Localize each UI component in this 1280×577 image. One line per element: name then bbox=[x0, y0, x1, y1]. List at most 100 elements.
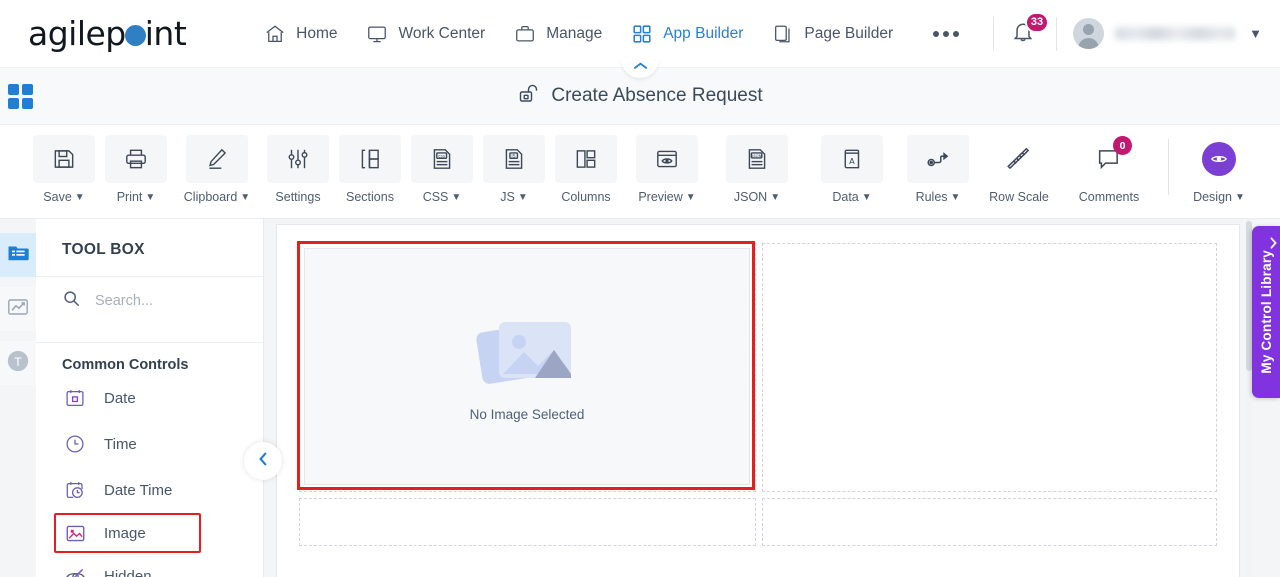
json-button[interactable]: JSON JSON ▼ bbox=[712, 133, 802, 204]
row-scale-label: Row Scale bbox=[989, 190, 1049, 204]
collapse-nav-button[interactable] bbox=[621, 58, 659, 78]
row-scale-button[interactable]: Row Scale bbox=[974, 133, 1064, 204]
columns-label: Columns bbox=[561, 190, 611, 204]
sections-icon bbox=[339, 135, 401, 183]
js-button[interactable]: JS JS ▼ bbox=[478, 133, 550, 204]
canvas-row-2 bbox=[299, 492, 1217, 546]
toolbox-item-label: Date bbox=[104, 389, 136, 407]
empty-cell-top-right[interactable] bbox=[762, 243, 1217, 492]
user-menu[interactable]: ▼ bbox=[1073, 18, 1262, 49]
nav-divider-2 bbox=[1056, 16, 1058, 51]
chart-icon bbox=[6, 295, 30, 324]
data-button[interactable]: A Data ▼ bbox=[816, 133, 888, 204]
rail-toolbox-button[interactable] bbox=[0, 233, 36, 277]
nav-more-icon[interactable] bbox=[907, 30, 977, 37]
dot-1 bbox=[933, 30, 940, 37]
image-control-placeholder[interactable]: No Image Selected bbox=[304, 248, 750, 485]
page-title: Create Absence Request bbox=[551, 85, 763, 106]
sections-button[interactable]: Sections bbox=[334, 133, 406, 204]
rail-text-button[interactable]: T bbox=[0, 341, 36, 385]
notifications-button[interactable]: 33 bbox=[1010, 11, 1050, 50]
logo-text-part2: int bbox=[144, 14, 187, 53]
unlock-icon bbox=[517, 82, 541, 111]
nav-item-home[interactable]: Home bbox=[249, 14, 351, 54]
tool-box-title: TOOL BOX bbox=[62, 241, 145, 258]
nav-divider-1 bbox=[993, 16, 995, 51]
clipboard-button[interactable]: Clipboard ▼ bbox=[172, 133, 262, 204]
nav-label-page-builder: Page Builder bbox=[804, 24, 894, 42]
canvas-rows: No Image Selected bbox=[277, 225, 1239, 546]
save-button[interactable]: Save ▼ bbox=[28, 133, 100, 204]
toolbox-item-date-time[interactable]: Date Time bbox=[36, 467, 263, 513]
empty-cell-bottom-left[interactable] bbox=[299, 498, 756, 546]
form-canvas-area[interactable]: No Image Selected bbox=[264, 219, 1280, 577]
logo-text-part1: agilep bbox=[28, 14, 126, 53]
chevron-down-icon: ▼ bbox=[1249, 26, 1262, 41]
search-input[interactable] bbox=[95, 293, 235, 309]
json-label: JSON bbox=[733, 190, 768, 204]
image-placeholder-icon bbox=[475, 312, 579, 397]
toolbox-section-label: Common Controls bbox=[62, 357, 189, 373]
image-control-cell[interactable]: No Image Selected bbox=[297, 241, 756, 492]
save-floppy-icon bbox=[33, 135, 95, 183]
js-file-icon: JS bbox=[483, 135, 545, 183]
print-button[interactable]: Print ▼ bbox=[100, 133, 172, 204]
nav-item-app-builder[interactable]: App Builder bbox=[616, 14, 757, 54]
nav-item-manage[interactable]: Manage bbox=[499, 14, 616, 54]
app-grid-icon[interactable] bbox=[8, 83, 33, 109]
toolbox-item-image[interactable]: Image bbox=[54, 513, 201, 553]
css-label: CSS bbox=[422, 190, 449, 204]
square-3 bbox=[8, 97, 19, 109]
form-title-bar: Create Absence Request bbox=[0, 58, 1280, 125]
toolbox-item-time[interactable]: Time bbox=[36, 421, 263, 467]
chevron-down-icon: ▼ bbox=[145, 192, 156, 203]
toolbox-search-row[interactable] bbox=[36, 277, 263, 325]
canvas-row-1: No Image Selected bbox=[297, 241, 1217, 492]
comments-button[interactable]: 0 Comments bbox=[1064, 133, 1154, 204]
preview-button[interactable]: Preview ▼ bbox=[622, 133, 712, 204]
settings-label-wrap: Settings bbox=[275, 190, 320, 204]
json-label-wrap: JSON ▼ bbox=[734, 190, 780, 204]
chevron-down-icon: ▼ bbox=[770, 192, 781, 203]
settings-button[interactable]: Settings bbox=[262, 133, 334, 204]
rules-label-wrap: Rules ▼ bbox=[916, 190, 961, 204]
agilepoint-logo[interactable]: agilep int bbox=[0, 14, 249, 53]
svg-text:JS: JS bbox=[510, 153, 515, 159]
eye-icon bbox=[1202, 142, 1236, 176]
rail-chart-button[interactable] bbox=[0, 287, 36, 331]
rules-button[interactable]: Rules ▼ bbox=[902, 133, 974, 204]
my-control-library-tab[interactable]: My Control Library bbox=[1252, 226, 1280, 398]
toolbox-collapse-button[interactable] bbox=[244, 442, 282, 480]
monitor-icon bbox=[365, 22, 389, 46]
css-button[interactable]: css CSS ▼ bbox=[406, 133, 478, 204]
comment-icon: 0 bbox=[1078, 135, 1140, 183]
image-placeholder-caption: No Image Selected bbox=[469, 406, 585, 422]
svg-text:A: A bbox=[849, 156, 855, 166]
design-label-wrap: Design ▼ bbox=[1193, 190, 1245, 204]
comments-label-wrap: Comments bbox=[1079, 190, 1139, 204]
columns-button[interactable]: Columns bbox=[550, 133, 622, 204]
empty-cell-bottom-right[interactable] bbox=[762, 498, 1217, 546]
chevron-down-icon: ▼ bbox=[517, 192, 528, 203]
bell-icon bbox=[1010, 22, 1036, 49]
chevron-down-icon: ▼ bbox=[950, 192, 961, 203]
home-icon bbox=[263, 22, 287, 46]
toolbox-item-hidden[interactable]: Hidden bbox=[36, 553, 263, 577]
clipboard-label-wrap: Clipboard ▼ bbox=[184, 190, 250, 204]
json-file-icon: JSON bbox=[726, 135, 788, 183]
toolbox-item-date[interactable]: Date bbox=[36, 375, 263, 421]
clipboard-label: Clipboard bbox=[183, 190, 238, 204]
design-button[interactable]: Design ▼ bbox=[1183, 133, 1255, 204]
nav-item-page-builder[interactable]: Page Builder bbox=[757, 14, 907, 54]
search-icon bbox=[62, 289, 81, 313]
printer-icon bbox=[105, 135, 167, 183]
data-book-icon: A bbox=[821, 135, 883, 183]
date-time-icon bbox=[62, 479, 88, 501]
nav-item-work-center[interactable]: Work Center bbox=[351, 14, 499, 54]
nav-label-app-builder: App Builder bbox=[663, 24, 744, 42]
text-icon: T bbox=[5, 348, 31, 379]
js-label: JS bbox=[500, 190, 515, 204]
save-label: Save bbox=[43, 190, 72, 204]
left-icon-rail: T bbox=[0, 219, 36, 577]
eye-window-icon bbox=[636, 135, 698, 183]
